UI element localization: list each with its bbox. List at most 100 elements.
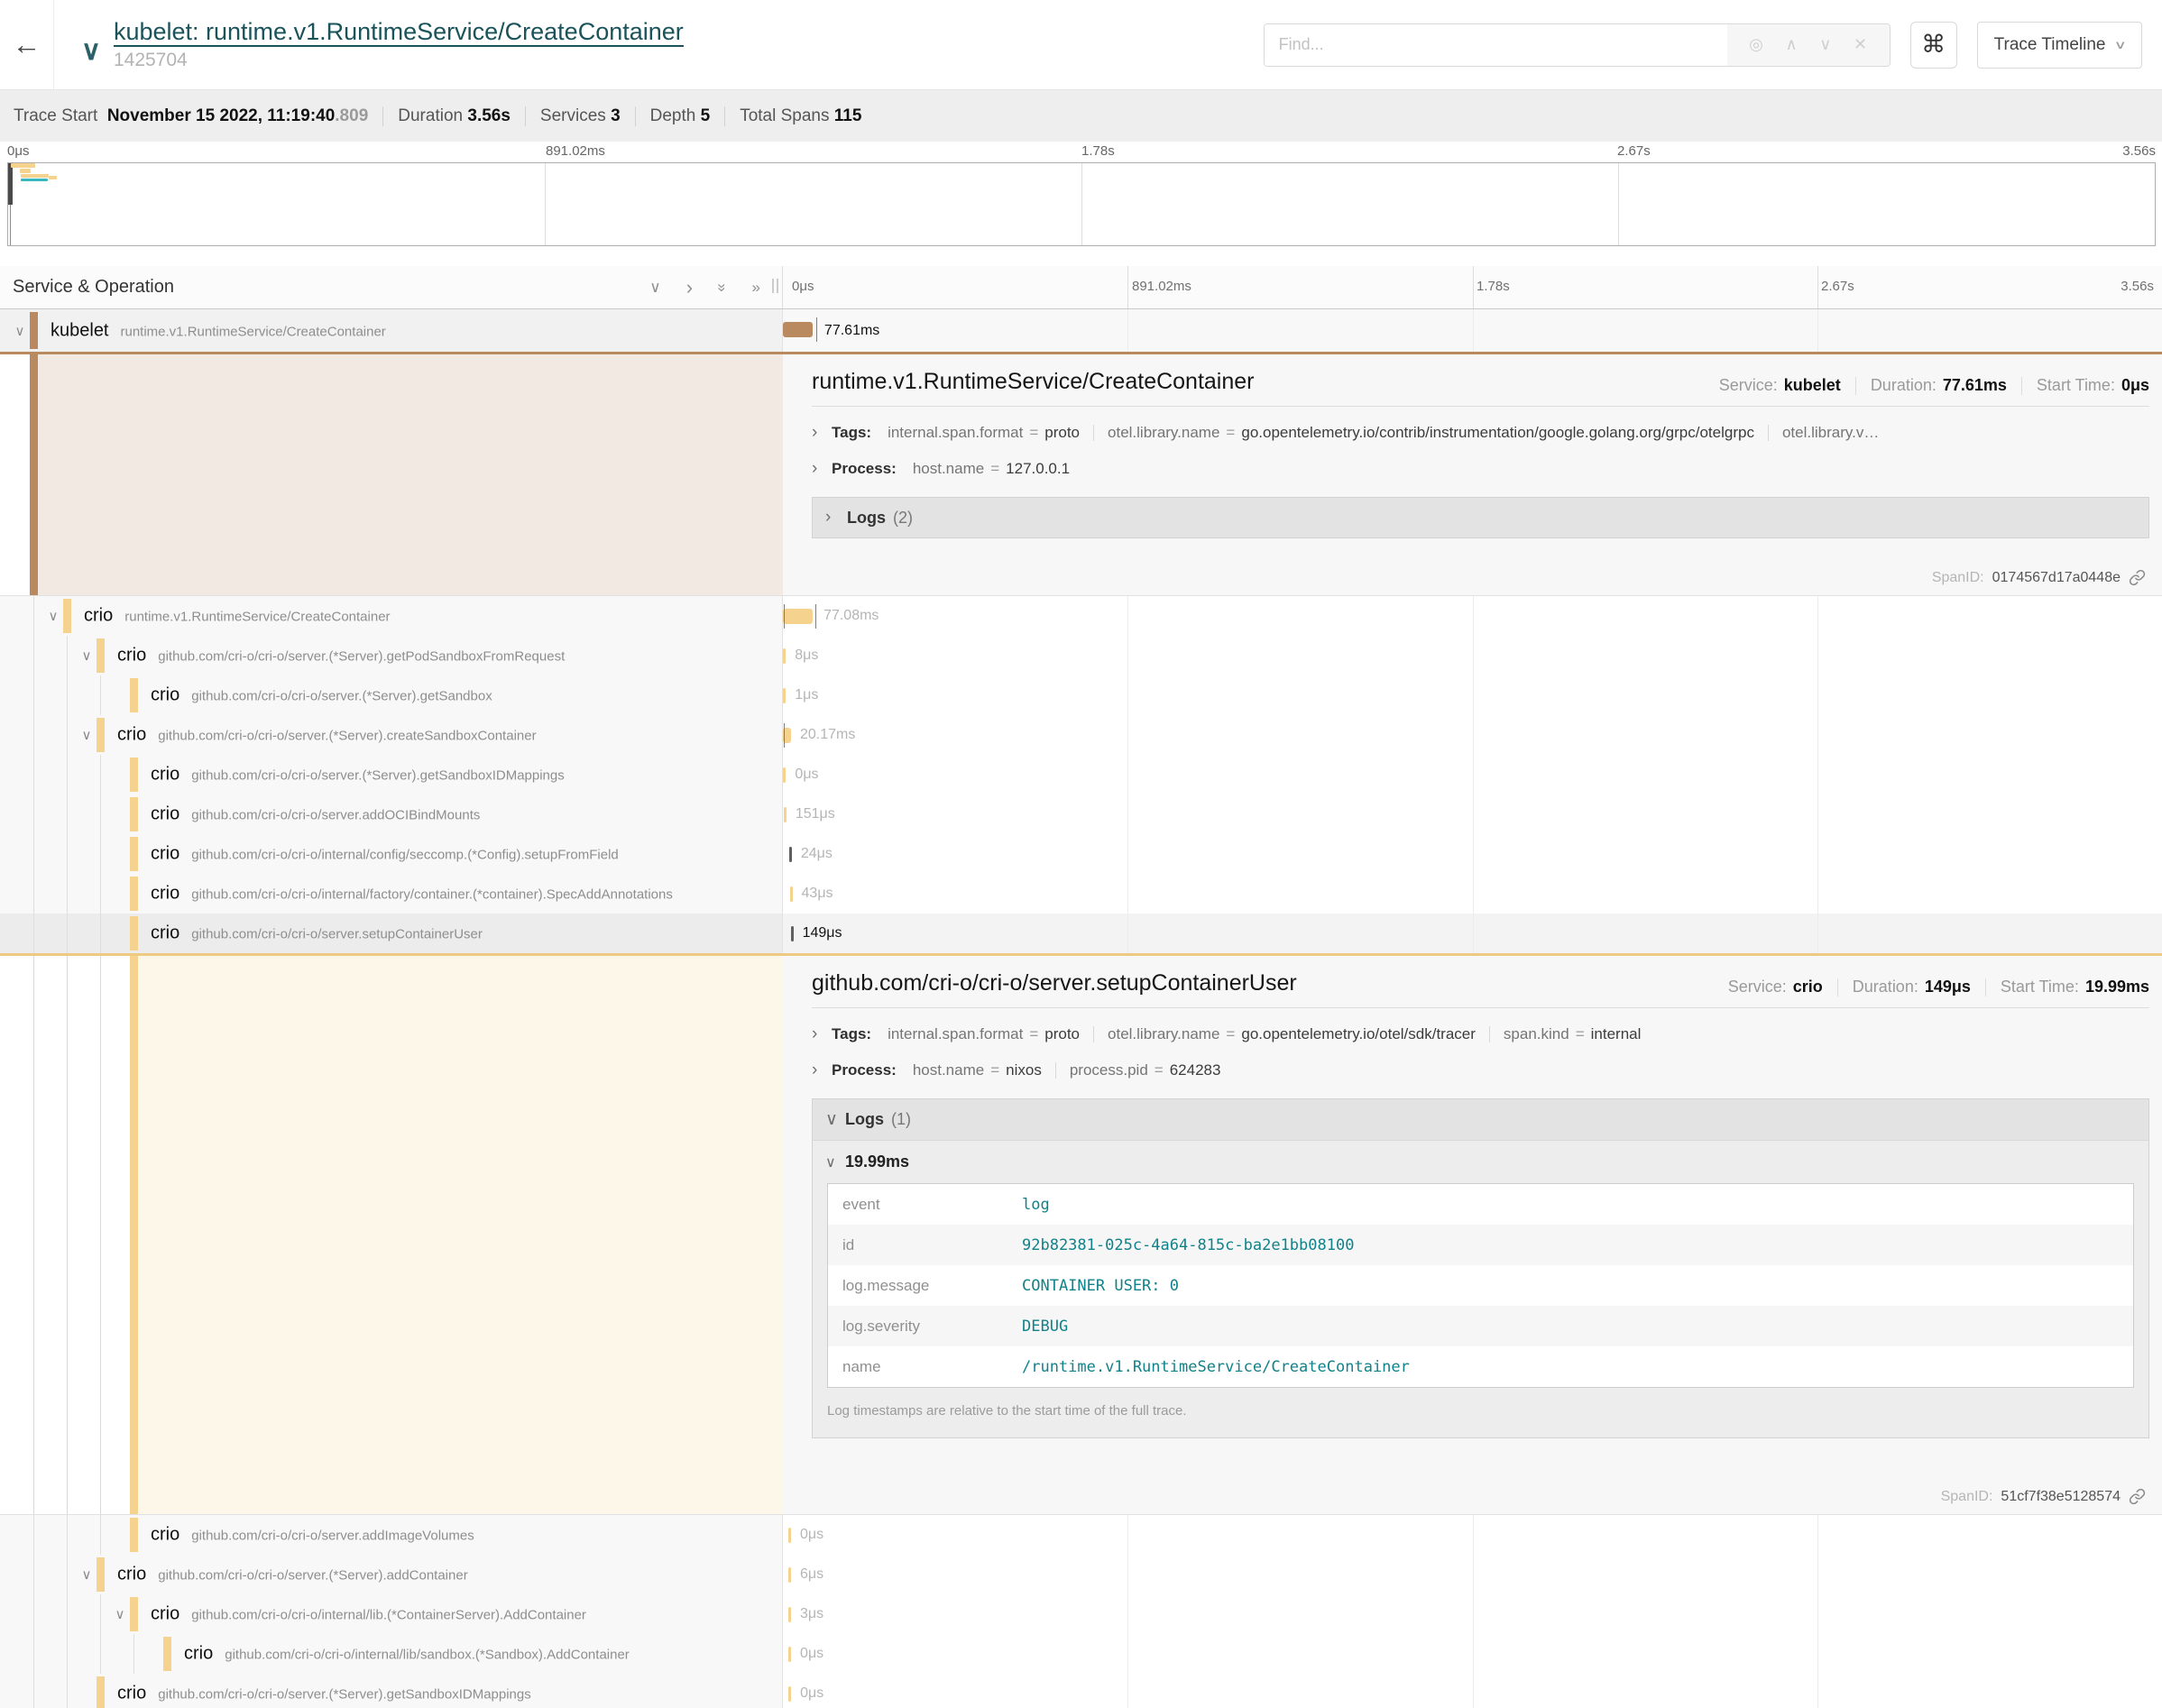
span-row[interactable]: ∨ criogithub.com/cri-o/cri-o/server.(*Se… [0, 1674, 2162, 1708]
span-duration-bar[interactable] [789, 847, 792, 862]
span-boundary-tick [816, 317, 817, 342]
span-duration-bar[interactable] [783, 322, 813, 337]
start-time-value: 19.99ms [2085, 978, 2149, 996]
span-duration-bar[interactable] [783, 767, 786, 783]
span-id-label: SpanID: [1932, 570, 1984, 586]
service-color-bar [30, 354, 38, 595]
chevron-down-icon[interactable]: ∨ [76, 727, 97, 743]
process-row[interactable]: › Process: host.name=127.0.0.1 [812, 459, 2149, 479]
indent-guide [33, 1555, 34, 1594]
locate-icon[interactable]: ◎ [1749, 35, 1763, 54]
span-row[interactable]: ∨ criogithub.com/cri-o/cri-o/server.(*Se… [0, 636, 2162, 675]
keyboard-shortcuts-button[interactable]: ⌘ [1910, 22, 1957, 69]
log-entry-toggle[interactable]: ∨ 19.99ms [813, 1141, 2148, 1183]
span-row[interactable]: ∨ criogithub.com/cri-o/cri-o/internal/co… [0, 834, 2162, 874]
view-selector-button[interactable]: Trace Timeline ∨ [1977, 22, 2142, 69]
tag-item[interactable]: host.name=127.0.0.1 [913, 460, 1070, 478]
timeline-ticks-header: 0μs 891.02ms 1.78s 2.67s 3.56s [783, 266, 2162, 308]
span-row[interactable]: ∨ criogithub.com/cri-o/cri-o/server.(*Se… [0, 1555, 2162, 1594]
span-duration-bar[interactable] [788, 1647, 791, 1662]
tag-item[interactable]: internal.span.format=proto [888, 424, 1080, 442]
link-icon[interactable] [2129, 1488, 2146, 1505]
indent-guide [100, 675, 101, 715]
span-detail-body: runtime.v1.RuntimeService/CreateContaine… [783, 354, 2162, 595]
span-row[interactable]: ∨ criogithub.com/cri-o/cri-o/server.(*Se… [0, 715, 2162, 755]
tag-item[interactable]: otel.library.name=go.opentelemetry.io/ot… [1108, 1025, 1476, 1043]
span-duration-bar[interactable] [783, 609, 813, 624]
span-row[interactable]: ∨ criogithub.com/cri-o/cri-o/server.addO… [0, 794, 2162, 834]
chevron-down-icon[interactable]: ∨ [1819, 35, 1831, 54]
span-row-timeline-cell: 151μs [783, 794, 2162, 834]
tag-item[interactable]: process.pid=624283 [1070, 1061, 1221, 1079]
expand-all-icon[interactable]: » [752, 279, 760, 297]
chevron-down-icon[interactable]: ∨ [9, 323, 31, 339]
timeline-gridline [1473, 794, 1474, 834]
timeline-gridline [1473, 914, 1474, 953]
tag-item[interactable]: span.kind=internal [1504, 1025, 1641, 1043]
span-duration-bar[interactable] [784, 807, 787, 822]
span-row[interactable]: ∨ criogithub.com/cri-o/cri-o/internal/fa… [0, 874, 2162, 914]
find-input[interactable] [1265, 24, 1727, 66]
process-row[interactable]: › Process: host.name=nixosprocess.pid=62… [812, 1061, 2149, 1080]
expand-one-icon[interactable]: › [686, 280, 693, 295]
span-duration-bar[interactable] [790, 886, 793, 902]
span-row[interactable]: ∨ criogithub.com/cri-o/cri-o/internal/li… [0, 1594, 2162, 1634]
span-duration-bar[interactable] [788, 1567, 791, 1583]
indent-guide [100, 834, 101, 874]
minimap-scrubber-handle[interactable] [8, 163, 13, 205]
indent-guide [33, 1674, 34, 1708]
divider [1055, 1062, 1056, 1079]
log-field-value: DEBUG [1022, 1318, 1068, 1336]
service-color-bar [130, 877, 138, 911]
trace-id: 1425704 [114, 50, 684, 71]
indent-guide [67, 874, 68, 914]
span-row-timeline-cell: 77.08ms [783, 596, 2162, 636]
logs-label: Logs [845, 1110, 884, 1129]
chevron-up-icon[interactable]: ∧ [1785, 35, 1797, 54]
close-icon[interactable]: ✕ [1854, 35, 1867, 54]
span-row[interactable]: ∨ criogithub.com/cri-o/cri-o/server.setu… [0, 914, 2162, 953]
collapse-all-icon[interactable]: » [713, 283, 731, 291]
tags-row[interactable]: › Tags: internal.span.format=protootel.l… [812, 423, 2149, 443]
trace-title-chevron-icon[interactable]: ∨ [81, 38, 101, 65]
chevron-down-icon[interactable]: ∨ [109, 1606, 131, 1622]
depth-value: 5 [701, 106, 711, 125]
chevron-down-icon[interactable]: ∨ [42, 608, 64, 624]
span-duration-label: 0μs [795, 767, 818, 783]
span-duration-bar[interactable] [788, 1607, 791, 1622]
span-operation-title: runtime.v1.RuntimeService/CreateContaine… [812, 369, 1255, 395]
span-row[interactable]: ∨ criogithub.com/cri-o/cri-o/internal/li… [0, 1634, 2162, 1674]
span-duration-bar[interactable] [783, 688, 786, 703]
span-row[interactable]: ∨ criogithub.com/cri-o/cri-o/server.(*Se… [0, 755, 2162, 794]
tag-item[interactable]: internal.span.format=proto [888, 1025, 1080, 1043]
chevron-down-icon[interactable]: ∨ [76, 647, 97, 664]
back-button[interactable]: ← [0, 0, 54, 89]
tag-item[interactable]: host.name=nixos [913, 1061, 1042, 1079]
tag-list: internal.span.format=proto otel.library.n… [888, 1025, 1641, 1043]
span-duration-bar[interactable] [788, 1686, 791, 1702]
trace-title-link[interactable]: kubelet: runtime.v1.RuntimeService/Creat… [114, 18, 684, 47]
logs-body: ∨ 19.99ms eventlogid92b82381-025c-4a64-8… [813, 1141, 2148, 1437]
tag-item[interactable]: otel.library.v… [1782, 424, 1879, 442]
header-controls: ◎ ∧ ∨ ✕ ⌘ Trace Timeline ∨ [1264, 22, 2162, 69]
tag-item[interactable]: otel.library.name=go.opentelemetry.io/co… [1108, 424, 1754, 442]
column-resizer[interactable] [772, 279, 778, 293]
link-icon[interactable] [2129, 569, 2146, 586]
span-row[interactable]: ∨ criogithub.com/cri-o/cri-o/server.addI… [0, 1515, 2162, 1555]
span-row[interactable]: ∨ kubeletruntime.v1.RuntimeService/Creat… [0, 309, 2162, 352]
span-duration-bar[interactable] [783, 648, 786, 664]
chevron-down-icon: ∨ [825, 1153, 836, 1171]
span-row[interactable]: ∨ criogithub.com/cri-o/cri-o/server.(*Se… [0, 675, 2162, 715]
span-duration-bar[interactable] [791, 926, 794, 941]
span-row[interactable]: ∨ crioruntime.v1.RuntimeService/CreateCo… [0, 596, 2162, 636]
logs-accordion[interactable]: ∨ Logs (1) [813, 1099, 2148, 1141]
chevron-down-icon[interactable]: ∨ [76, 1566, 97, 1583]
timeline-gridline [1473, 1555, 1474, 1594]
collapse-one-icon[interactable]: ∨ [649, 279, 660, 297]
indent-guide [33, 914, 34, 953]
tags-row[interactable]: › Tags: internal.span.format=protootel.l… [812, 1024, 2149, 1044]
logs-accordion[interactable]: › Logs (2) [812, 497, 2149, 538]
span-duration-bar[interactable] [788, 1528, 791, 1543]
service-color-bar [63, 599, 71, 633]
trace-minimap[interactable] [7, 162, 2156, 246]
